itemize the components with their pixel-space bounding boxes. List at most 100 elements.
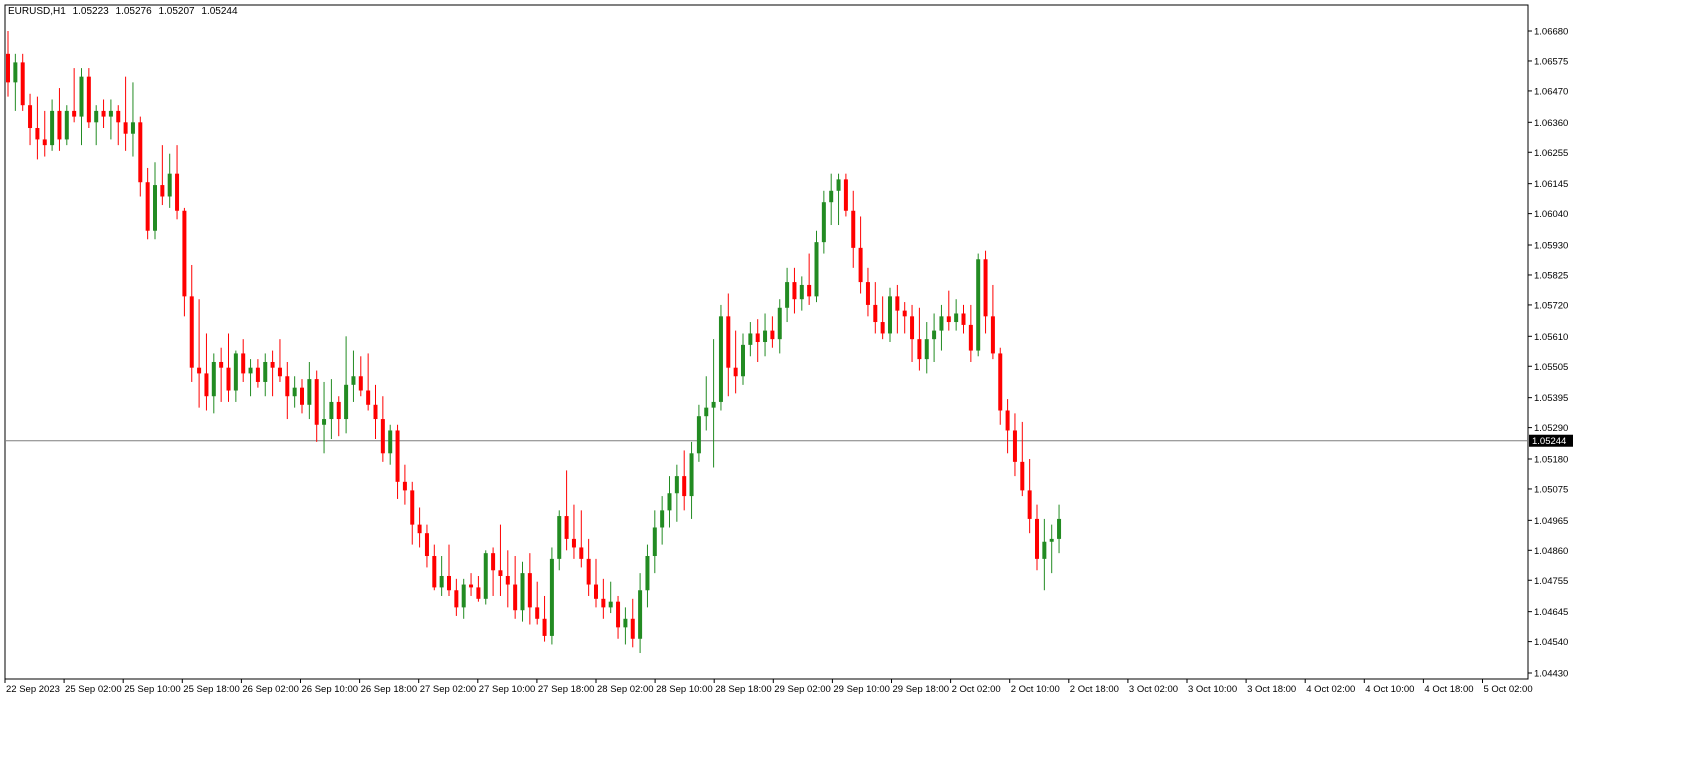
y-tick-label: 1.06360: [1534, 118, 1568, 129]
bull-candle: [748, 333, 753, 345]
x-tick-label: 4 Oct 18:00: [1424, 684, 1473, 695]
bear-candle: [902, 310, 907, 317]
bear-candle: [336, 401, 341, 420]
y-tick-label: 1.04430: [1534, 669, 1568, 680]
bear-candle: [175, 173, 180, 211]
x-tick-label: 28 Sep 02:00: [597, 684, 654, 695]
bear-candle: [57, 110, 62, 140]
y-tick-label: 1.04540: [1534, 637, 1568, 648]
bull-candle: [520, 573, 525, 611]
bear-candle: [285, 376, 290, 397]
bear-candle: [35, 128, 40, 140]
y-tick-label: 1.05505: [1534, 362, 1568, 373]
bull-candle: [718, 316, 723, 402]
bull-candle: [814, 242, 819, 297]
bear-candle: [1035, 518, 1039, 559]
bull-candle: [932, 330, 937, 340]
bear-candle: [42, 139, 47, 146]
x-tick-label: 2 Oct 18:00: [1070, 684, 1119, 695]
bull-candle: [785, 282, 790, 308]
x-tick-label: 25 Sep 18:00: [183, 684, 240, 695]
bull-candle: [799, 284, 804, 300]
bear-candle: [226, 367, 231, 391]
bear-candle: [358, 376, 363, 391]
x-tick-label: 2 Oct 10:00: [1011, 684, 1060, 695]
bull-candle: [351, 376, 356, 385]
bear-candle: [116, 110, 121, 123]
bull-candle: [667, 493, 672, 511]
x-tick-label: 25 Sep 02:00: [65, 684, 122, 695]
bull-candle: [1049, 538, 1054, 542]
x-tick-label: 28 Sep 10:00: [656, 684, 713, 695]
bear-candle: [1005, 410, 1010, 431]
bear-candle: [138, 122, 143, 183]
y-tick-label: 1.06255: [1534, 148, 1568, 159]
bear-candle: [491, 553, 496, 571]
y-tick-label: 1.06145: [1534, 179, 1568, 190]
bull-candle: [976, 259, 981, 351]
bear-candle: [880, 322, 885, 334]
current-price-label: 1.05244: [1532, 436, 1566, 447]
bear-candle: [380, 419, 385, 454]
x-tick-label: 25 Sep 10:00: [124, 684, 181, 695]
bear-candle: [910, 316, 915, 340]
y-tick-label: 1.04755: [1534, 576, 1568, 587]
bull-candle: [50, 110, 55, 146]
bear-candle: [865, 282, 870, 305]
y-tick-label: 1.06680: [1534, 27, 1568, 38]
high-value: 1.05276: [115, 6, 152, 17]
bear-candle: [182, 210, 187, 297]
bull-candle: [388, 430, 393, 454]
bear-candle: [395, 430, 400, 482]
bull-candle: [329, 401, 334, 420]
bull-candle: [549, 558, 554, 636]
bear-candle: [189, 296, 194, 368]
x-tick-label: 2 Oct 02:00: [952, 684, 1001, 695]
bear-candle: [917, 339, 922, 360]
x-tick-label: 3 Oct 10:00: [1188, 684, 1237, 695]
bull-candle: [821, 202, 826, 243]
bull-candle: [623, 618, 628, 628]
bear-candle: [300, 387, 304, 405]
bear-candle: [373, 404, 378, 420]
bear-candle: [469, 584, 474, 588]
bull-candle: [652, 527, 657, 557]
bull-candle: [1057, 518, 1062, 539]
x-tick-label: 27 Sep 10:00: [479, 684, 536, 695]
bear-candle: [1027, 490, 1032, 519]
x-tick-label: 28 Sep 18:00: [715, 684, 772, 695]
y-tick-label: 1.05075: [1534, 484, 1568, 495]
x-tick-label: 22 Sep 2023: [6, 684, 60, 695]
bear-candle: [998, 353, 1003, 411]
candlestick-chart[interactable]: 1.06680 1.06575 1.06470 1.06360 1.06255 1.061…: [0, 0, 1703, 759]
x-tick-label: 26 Sep 18:00: [361, 684, 418, 695]
bear-candle: [579, 547, 584, 559]
bear-candle: [1020, 461, 1025, 491]
bear-candle: [101, 110, 106, 117]
bear-candle: [410, 490, 415, 525]
y-tick-label: 1.06575: [1534, 56, 1568, 67]
x-tick-label: 27 Sep 02:00: [420, 684, 477, 695]
bull-candle: [645, 556, 650, 591]
x-tick-label: 29 Sep 18:00: [893, 684, 950, 695]
bear-candle: [270, 361, 275, 368]
bear-candle: [726, 316, 731, 368]
bull-candle: [94, 110, 99, 123]
y-tick-label: 1.05930: [1534, 241, 1568, 252]
bear-candle: [851, 210, 856, 248]
bull-candle: [954, 313, 959, 323]
bear-candle: [990, 316, 995, 354]
bull-candle: [79, 76, 84, 117]
bull-candle: [248, 367, 253, 374]
bear-candle: [895, 296, 900, 311]
bear-candle: [564, 516, 569, 539]
bull-candle: [167, 173, 172, 197]
bear-candle: [160, 185, 165, 197]
bear-candle: [72, 110, 77, 117]
x-tick-label: 4 Oct 02:00: [1306, 684, 1355, 695]
bull-candle: [64, 110, 69, 140]
bull-candle: [924, 339, 929, 360]
bull-candle: [483, 553, 488, 599]
bull-candle: [836, 179, 841, 191]
bull-candle: [696, 416, 701, 454]
